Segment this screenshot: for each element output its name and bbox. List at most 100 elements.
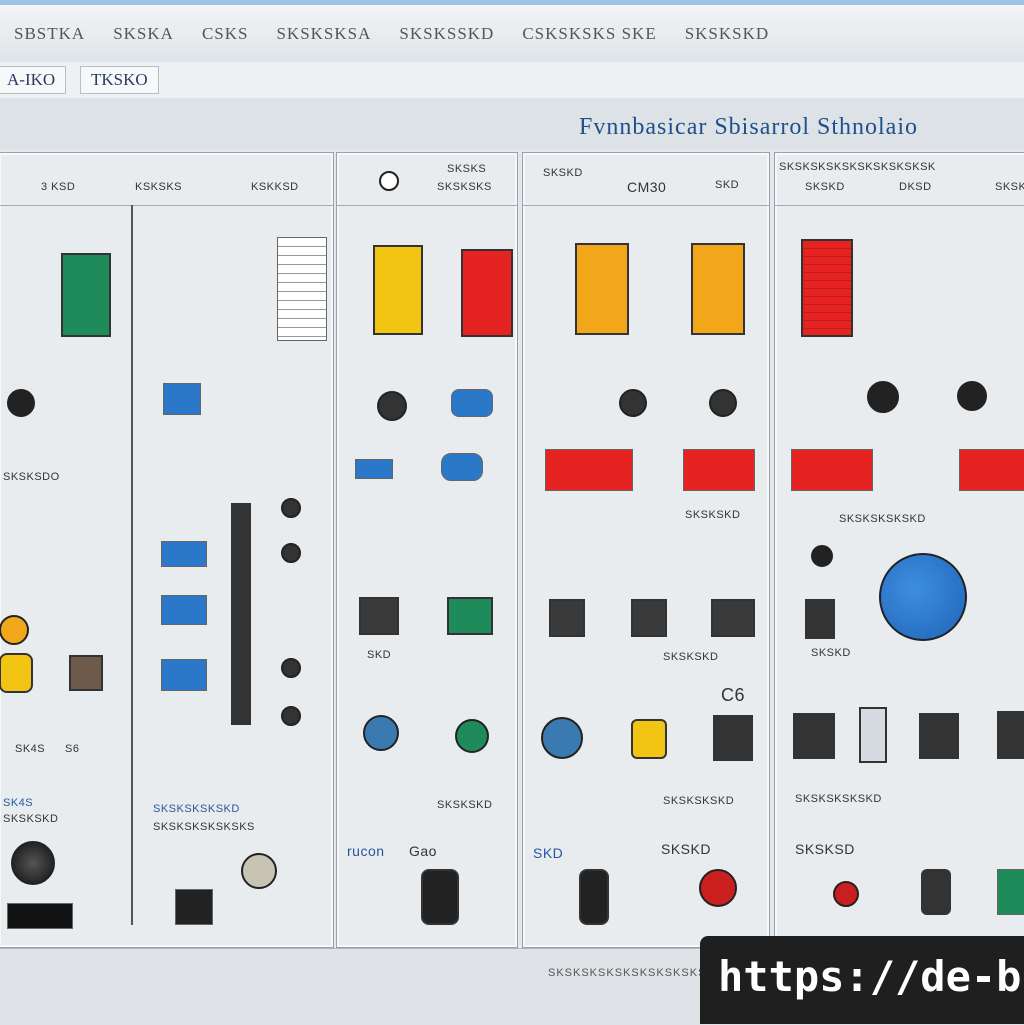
panel-5-header: SKSKSKSKSKSKSKSKSKSK SKSKD DKSD SKSKD (775, 153, 1024, 206)
yellow-switch[interactable] (373, 245, 423, 335)
blue-indicator (355, 459, 393, 479)
panel-3-text-4: Gao (409, 843, 437, 859)
blue-module-2 (161, 595, 207, 625)
accent-strip (0, 0, 1024, 5)
panel-3-symbol (379, 171, 399, 191)
blue-emergency-button[interactable] (879, 553, 967, 641)
knob-4[interactable] (281, 706, 301, 726)
panel-1-text-3: S6 (65, 743, 80, 755)
panel-2-text-2: SKSKSKSKSKSKS (153, 821, 255, 833)
panel-5-text-2: SKSKD (811, 647, 851, 659)
knob-1[interactable] (281, 498, 301, 518)
orange-switch-2[interactable] (691, 243, 745, 335)
red-switch[interactable] (461, 249, 513, 337)
green-block (997, 869, 1024, 915)
panel-4-text-2: SKSKSKD (663, 651, 719, 663)
panel-1-header: 3 KSD KSKSKS KSKKSD (0, 153, 333, 206)
dark-contactor-3[interactable] (631, 599, 667, 637)
panel-3-text-1: SKD (367, 649, 392, 661)
panel-4-text-4: SKD (533, 845, 564, 861)
red-indicator-3 (791, 449, 873, 491)
menu-item-4[interactable]: SKSKSKSA (262, 24, 385, 44)
panel-3-header: SKSKS SKSKSKS (337, 153, 517, 206)
tab-right[interactable]: TKSKO (80, 66, 159, 94)
blue-lamp-2 (441, 453, 483, 481)
watermark: https://de-b (700, 936, 1024, 1024)
watermark-text: https://de-b (718, 952, 1022, 1001)
yellow-lamp[interactable] (631, 719, 667, 759)
title-bar: Fvnnbasicar Sbisarrol Sthnolaio (0, 98, 1024, 150)
green-contactor[interactable] (447, 597, 493, 635)
panel-3: SKSKS SKSKSKS SKD SKSKSKD rucon Gao (336, 152, 518, 948)
fuse-holder (859, 707, 887, 763)
lamp-dark-4 (867, 381, 899, 413)
menu-item-1[interactable]: SBSTKA (0, 24, 99, 44)
menu-item-6[interactable]: CSKSKSKS SKE (508, 24, 670, 44)
rotary-knob[interactable] (11, 841, 55, 885)
panel-5-text-4: SKSKSD (795, 841, 855, 857)
menu-item-7[interactable]: SKSKSKD (671, 24, 783, 44)
selector-switch[interactable] (421, 869, 459, 925)
selector-switch-2[interactable] (579, 869, 609, 925)
panel-1: 3 KSD KSKSKS KSKKSD SKSKSDO SK4S S6 SK4S… (0, 152, 334, 948)
red-button[interactable] (699, 869, 737, 907)
panel-5-text-1: SKSKSKSKSKD (839, 513, 926, 525)
knob-3[interactable] (281, 658, 301, 678)
dark-contactor-2[interactable] (549, 599, 585, 637)
yellow-button[interactable] (0, 653, 33, 693)
panel-4-text-5: SKSKD (661, 841, 711, 857)
indicator-lamp (7, 389, 35, 417)
red-switch-2[interactable] (801, 239, 853, 337)
lamp-dark-1 (377, 391, 407, 421)
blue-module-3 (161, 659, 207, 691)
dark-contactor-5[interactable] (805, 599, 835, 639)
display-panel (7, 903, 73, 929)
knob-2[interactable] (281, 543, 301, 563)
selector-switch-3[interactable] (921, 869, 951, 915)
panel-5-label-1: SKSKSKSKSKSKSKSKSKSK (779, 161, 936, 173)
blue-pilot-lamp-2[interactable] (541, 717, 583, 759)
dark-relay-3[interactable] (919, 713, 959, 759)
blue-lamp-1 (451, 389, 493, 417)
panel-4-header: SKSKD CM30 SKD (523, 153, 769, 206)
panel-1-text-5: SKSKSKD (3, 813, 59, 825)
dark-contactor-4[interactable] (711, 599, 755, 637)
red-indicator-1 (545, 449, 633, 491)
menu: SBSTKA SKSKA CSKS SKSKSKSA SKSKSSKD CSKS… (0, 24, 783, 44)
panel-3-label-1: SKSKS (447, 163, 487, 175)
panel-1-divider (131, 205, 133, 925)
menu-item-5[interactable]: SKSKSSKD (385, 24, 508, 44)
menu-item-2[interactable]: SKSKA (99, 24, 188, 44)
panel-4-text-1: SKSKSKD (685, 509, 741, 521)
panel-1-label-1: 3 KSD (41, 181, 76, 193)
dark-relay[interactable] (713, 715, 753, 761)
red-indicator-4 (959, 449, 1024, 491)
blue-pilot-lamp[interactable] (363, 715, 399, 751)
dark-relay-4[interactable] (997, 711, 1024, 759)
dark-relay-2[interactable] (793, 713, 835, 759)
tab-left[interactable]: A-IKO (0, 66, 67, 94)
dark-contactor-1[interactable] (359, 597, 399, 635)
menu-item-3[interactable]: CSKS (188, 24, 263, 44)
orange-lamp[interactable] (0, 615, 29, 645)
brown-switch[interactable] (69, 655, 103, 691)
panel-5: SKSKSKSKSKSKSKSKSKSK SKSKD DKSD SKSKD SK… (774, 152, 1024, 948)
panel-1-text-2: SK4S (15, 743, 46, 755)
panel-5-text-3: SKSKSKSKSKD (795, 793, 882, 805)
panel-2-text-1: SKSKSKSKSKD (153, 803, 240, 815)
gauge (241, 853, 277, 889)
panel-4-text-6: C6 (721, 685, 746, 705)
green-switch[interactable] (61, 253, 111, 337)
red-lamp[interactable] (833, 881, 859, 907)
lamp-dark-3 (709, 389, 737, 417)
panel-4: SKSKD CM30 SKD SKSKSKD SKSKSKD SKSKSKSKD… (522, 152, 770, 948)
green-pilot-lamp[interactable] (455, 719, 489, 753)
panel-3-text-2: SKSKSKD (437, 799, 493, 811)
panel-4-label-3: SKD (715, 179, 740, 191)
orange-switch-1[interactable] (575, 243, 629, 335)
black-switch[interactable] (175, 889, 213, 925)
blue-relay (163, 383, 201, 415)
panel-5-label-4: SKSKD (995, 181, 1024, 193)
busbar (231, 503, 251, 725)
panel-1-label-2: KSKSKS (135, 181, 183, 193)
